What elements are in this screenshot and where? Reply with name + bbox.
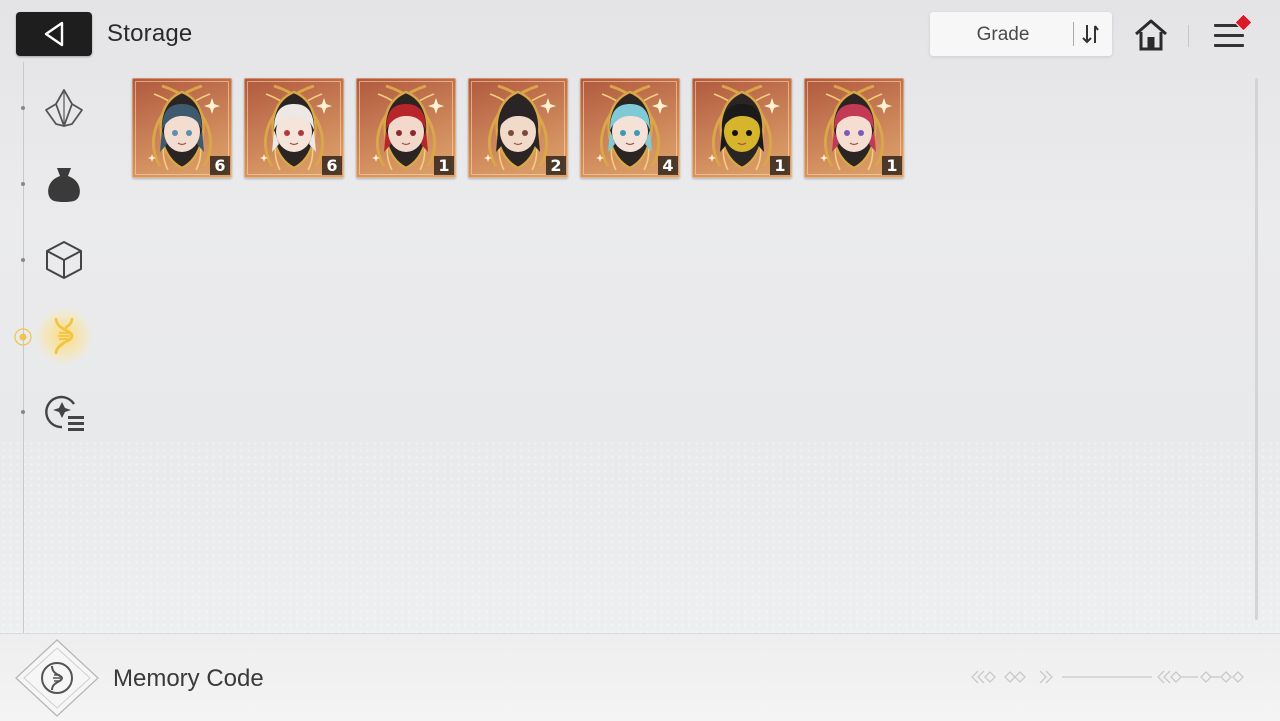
sort-divider xyxy=(1073,22,1074,46)
menu-line xyxy=(1214,44,1244,47)
memory-code-item[interactable]: 6 xyxy=(132,78,232,178)
menu-line xyxy=(1214,34,1244,37)
home-icon xyxy=(1135,19,1167,51)
back-button[interactable] xyxy=(16,12,92,56)
menu-button[interactable] xyxy=(1208,13,1253,54)
scrollbar[interactable] xyxy=(1255,78,1258,620)
memory-code-badge-icon xyxy=(15,639,99,717)
crystal-icon xyxy=(45,89,83,127)
sidebar-item-materials[interactable] xyxy=(40,160,88,208)
rail-dot xyxy=(21,410,25,414)
sort-label: Grade xyxy=(976,24,1030,45)
cube-icon xyxy=(46,241,82,279)
active-marker-icon xyxy=(14,328,32,346)
rail-dot xyxy=(21,182,25,186)
sidebar-item-other[interactable] xyxy=(40,388,88,436)
memory-code-item[interactable]: 4 xyxy=(580,78,680,178)
footer-bar: Memory Code xyxy=(0,633,1280,721)
item-count: 1 xyxy=(434,156,454,175)
memory-code-item[interactable]: 6 xyxy=(244,78,344,178)
item-count: 4 xyxy=(658,156,678,175)
bag-icon xyxy=(48,168,80,202)
home-button[interactable] xyxy=(1131,16,1171,54)
memory-code-item[interactable]: 2 xyxy=(468,78,568,178)
item-count: 1 xyxy=(770,156,790,175)
sort-dropdown[interactable]: Grade xyxy=(930,12,1112,56)
item-count: 6 xyxy=(322,156,342,175)
gear-list-icon xyxy=(45,395,84,431)
sidebar-rail xyxy=(23,62,24,637)
back-arrow-icon xyxy=(44,21,64,47)
item-count: 6 xyxy=(210,156,230,175)
footer-decoration xyxy=(971,670,1244,684)
rail-dot xyxy=(21,106,25,110)
memory-code-item[interactable]: 1 xyxy=(804,78,904,178)
sidebar-item-crystal[interactable] xyxy=(40,84,88,132)
memory-code-item[interactable]: 1 xyxy=(356,78,456,178)
sort-order-icon xyxy=(1082,25,1099,44)
memory-code-item[interactable]: 1 xyxy=(692,78,792,178)
notification-badge xyxy=(1234,13,1253,32)
header-separator xyxy=(1188,25,1189,47)
sort-order-button[interactable] xyxy=(1076,20,1106,48)
item-count: 1 xyxy=(882,156,902,175)
item-count: 2 xyxy=(546,156,566,175)
background-pattern xyxy=(0,440,1280,635)
sidebar-item-boxes[interactable] xyxy=(40,236,88,284)
footer-title: Memory Code xyxy=(113,665,264,692)
item-grid: 6 6 1 2 4 1 1 xyxy=(132,78,904,178)
rail-dot xyxy=(21,258,25,262)
dna-icon xyxy=(54,317,74,355)
sidebar-item-memory-code[interactable] xyxy=(36,308,92,364)
page-title: Storage xyxy=(107,20,193,47)
